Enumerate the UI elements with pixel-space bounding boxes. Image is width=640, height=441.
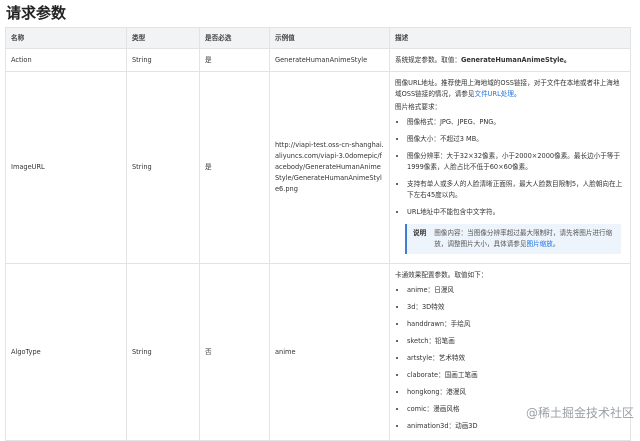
list-item: 图像格式：JPG、JPEG、PNG。 <box>407 117 625 128</box>
param-required: 是 <box>199 71 270 264</box>
table-row: ImageURL String 是 http://viapi-test.oss-… <box>5 71 631 264</box>
list-item: 图像分辨率：大于32×32像素，小于2000×2000像素。最长边小于等于199… <box>407 151 625 173</box>
list-item: sketch：铅笔画 <box>407 336 625 347</box>
header-type: 类型 <box>126 27 200 49</box>
note-label: 说明 <box>413 229 427 237</box>
list-item: handdrawn：手绘风 <box>407 319 625 330</box>
param-example: anime <box>269 263 390 441</box>
desc-paragraph: 图像URL地址。推荐使用上海地域的OSS链接，对于文件在本地或者非上海地域OSS… <box>395 79 620 98</box>
list-item: URL地址中不能包含中文字符。 <box>407 207 625 218</box>
page-title: 请求参数 <box>6 4 67 22</box>
list-item: claborate：国画工笔画 <box>407 370 625 381</box>
param-example: GenerateHumanAnimeStyle <box>269 48 390 72</box>
param-type: String <box>126 71 200 264</box>
param-name: Action <box>5 48 127 72</box>
desc-bold: GenerateHumanAnimeStyle。 <box>460 55 571 64</box>
list-item: 支持有单人或多人的人脸清晰正面照，最大人脸数目限制5，人脸朝向在上下左右45度以… <box>407 179 625 201</box>
header-example: 示例值 <box>269 27 390 49</box>
header-description: 描述 <box>389 27 631 49</box>
param-example: http://viapi-test.oss-cn-shanghai.aliyun… <box>269 71 390 264</box>
param-description: 系统规定参数。取值：GenerateHumanAnimeStyle。 <box>389 48 631 72</box>
watermark: @稀土掘金技术社区 <box>525 406 634 420</box>
note-box: 说明 图像内容：当图像分辨率超过最大限制时，请先将图片进行缩放，调整图片大小，具… <box>405 224 621 254</box>
param-type: String <box>126 263 200 441</box>
header-name: 名称 <box>5 27 127 49</box>
list-item: 图像大小：不超过3 MB。 <box>407 134 625 145</box>
file-url-link[interactable]: 文件URL处理 <box>475 90 514 98</box>
desc-paragraph: 图片格式要求： <box>395 103 442 111</box>
param-required: 否 <box>199 263 270 441</box>
requirement-list: 图像格式：JPG、JPEG、PNG。 图像大小：不超过3 MB。 图像分辨率：大… <box>395 117 625 218</box>
desc-paragraph: 卡通效果配置参数。取值如下： <box>395 271 488 279</box>
param-description: 图像URL地址。推荐使用上海地域的OSS链接，对于文件在本地或者非上海地域OSS… <box>389 71 631 264</box>
param-name: ImageURL <box>5 71 127 264</box>
list-item: artstyle：艺术特效 <box>407 353 625 364</box>
note-text: 图像内容：当图像分辨率超过最大限制时，请先将图片进行缩放，调整图片大小，具体请参… <box>434 229 613 248</box>
list-item: hongkong：港漫风 <box>407 387 625 398</box>
param-required: 是 <box>199 48 270 72</box>
param-type: String <box>126 48 200 72</box>
header-required: 是否必选 <box>199 27 270 49</box>
desc-text: 系统规定参数。取值： <box>395 55 461 64</box>
list-item: 3d：3D特效 <box>407 302 625 313</box>
table-row: Action String 是 GenerateHumanAnimeStyle … <box>5 48 631 72</box>
param-name: AlgoType <box>5 263 127 441</box>
list-item: anime：日漫风 <box>407 285 625 296</box>
table-header-row: 名称 类型 是否必选 示例值 描述 <box>5 27 631 49</box>
list-item: animation3d：动画3D <box>407 421 625 432</box>
image-resize-link[interactable]: 图片缩放 <box>527 240 553 248</box>
params-table: 名称 类型 是否必选 示例值 描述 Action String 是 Genera… <box>5 27 631 441</box>
